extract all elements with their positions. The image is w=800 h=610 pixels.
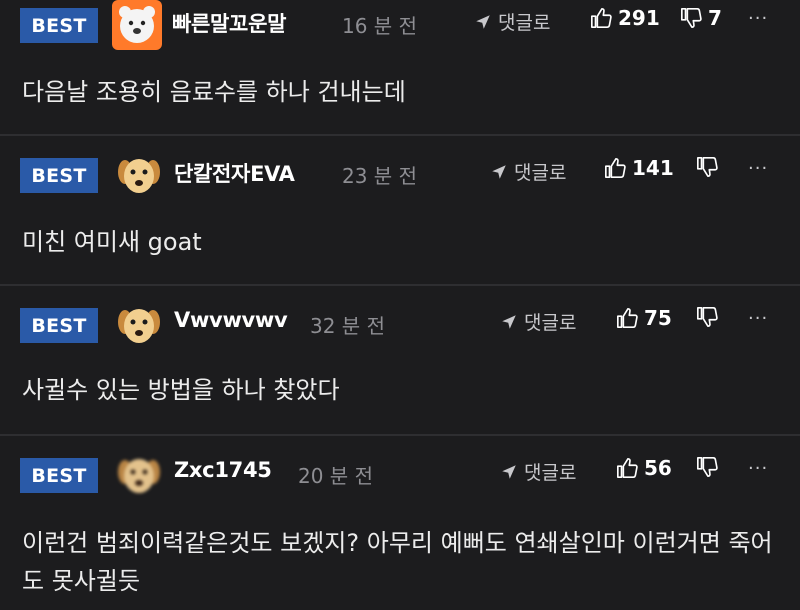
comment-text: 이런건 범죄이력같은것도 보겠지? 아무리 예뻐도 연쇄살인마 이런거면 죽어도…	[22, 529, 773, 595]
blurred-puppy-avatar-icon[interactable]	[114, 450, 164, 500]
more-options-icon[interactable]: ···	[748, 458, 768, 479]
username[interactable]: Zxc1745	[174, 458, 272, 482]
dislike-button[interactable]: 7	[680, 6, 722, 30]
like-button[interactable]: 75	[616, 306, 672, 330]
reply-button[interactable]: 댓글로	[500, 458, 576, 485]
more-options-icon[interactable]: ···	[748, 308, 768, 329]
timestamp: 20 분 전	[298, 464, 373, 488]
comment-header: BEST Zxc1745 20 분 전 댓글로 56 ···	[0, 450, 800, 496]
like-count: 75	[644, 306, 672, 330]
reply-label: 댓글로	[524, 462, 577, 484]
best-badge: BEST	[20, 458, 98, 493]
like-count: 56	[644, 456, 672, 480]
best-badge: BEST	[20, 158, 98, 193]
comment-item: BEST 단칼전자EVA 23 분 전 댓글로 141 ··· 미친 여미새 g…	[0, 150, 800, 285]
comment-header: BEST 단칼전자EVA 23 분 전 댓글로 141 ···	[0, 150, 800, 196]
more-options-icon[interactable]: ···	[748, 8, 768, 29]
comment-text: 미친 여미새 goat	[22, 228, 202, 256]
thumbs-down-icon	[697, 307, 718, 327]
like-button[interactable]: 291	[590, 6, 660, 30]
timestamp: 23 분 전	[342, 164, 417, 188]
reply-arrow-icon	[476, 14, 490, 29]
polar-bear-avatar-icon[interactable]	[112, 0, 162, 50]
like-count: 141	[632, 156, 674, 180]
comment-header: BEST Vwvwvwv 32 분 전 댓글로 75 ···	[0, 300, 800, 346]
dislike-button[interactable]	[696, 306, 724, 328]
reply-label: 댓글로	[498, 12, 551, 34]
more-options-icon[interactable]: ···	[748, 158, 768, 179]
username[interactable]: 빠른말꼬운말	[172, 8, 286, 38]
reply-label: 댓글로	[514, 162, 567, 184]
thumbs-down-icon	[681, 8, 702, 28]
comment-text: 다음날 조용히 음료수를 하나 건내는데	[22, 78, 406, 106]
reply-arrow-icon	[502, 464, 516, 479]
username[interactable]: Vwvwvwv	[174, 308, 288, 332]
thumbs-down-icon	[697, 457, 718, 477]
best-badge: BEST	[20, 8, 98, 43]
reply-label: 댓글로	[524, 312, 577, 334]
best-badge: BEST	[20, 308, 98, 343]
comment-item: BEST Vwvwvwv 32 분 전 댓글로 75 ··· 사귈수 있는 방법…	[0, 300, 800, 435]
like-count: 291	[618, 6, 660, 30]
thumbs-down-icon	[697, 157, 718, 177]
timestamp: 32 분 전	[310, 314, 385, 338]
reply-arrow-icon	[492, 164, 506, 179]
dislike-button[interactable]	[696, 156, 724, 178]
divider	[0, 134, 800, 136]
puppy-avatar-icon[interactable]	[114, 150, 164, 200]
like-button[interactable]: 141	[604, 156, 674, 180]
comment-text: 사귈수 있는 방법을 하나 찾았다	[22, 376, 340, 404]
thumbs-up-icon	[591, 8, 612, 28]
reply-arrow-icon	[502, 314, 516, 329]
reply-button[interactable]: 댓글로	[490, 158, 566, 185]
username[interactable]: 단칼전자EVA	[174, 158, 295, 188]
reply-button[interactable]: 댓글로	[474, 8, 550, 35]
like-button[interactable]: 56	[616, 456, 672, 480]
dislike-count: 7	[708, 6, 722, 30]
thumbs-up-icon	[617, 308, 638, 328]
reply-button[interactable]: 댓글로	[500, 308, 576, 335]
timestamp: 16 분 전	[342, 14, 417, 38]
comment-header: BEST 빠른말꼬운말 16 분 전 댓글로 291 7 ···	[0, 0, 800, 50]
divider	[0, 434, 800, 436]
dislike-button[interactable]	[696, 456, 724, 478]
puppy-avatar-icon[interactable]	[114, 300, 164, 350]
divider	[0, 284, 800, 286]
comment-item: BEST Zxc1745 20 분 전 댓글로 56 ··· 이런건 범죄이력같…	[0, 450, 800, 610]
thumbs-up-icon	[605, 158, 626, 178]
thumbs-up-icon	[617, 458, 638, 478]
comment-item: BEST 빠른말꼬운말 16 분 전 댓글로 291 7 ··· 다음날 조용히…	[0, 0, 800, 135]
